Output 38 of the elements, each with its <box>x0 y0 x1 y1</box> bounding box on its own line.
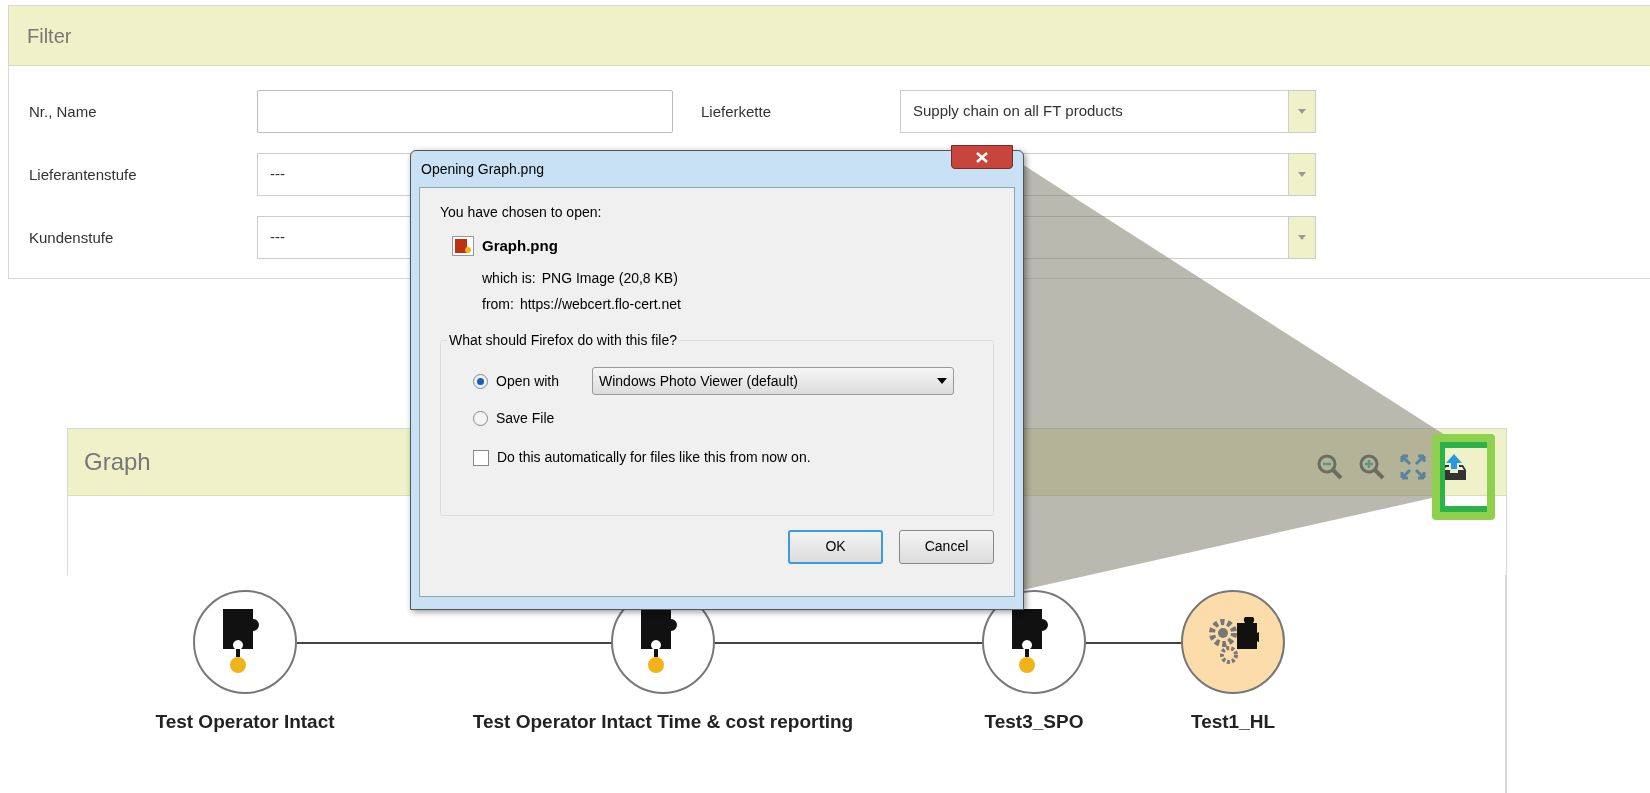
field-label: Kundenstufe <box>29 228 114 246</box>
detail-value: PNG Image (20,8 KB) <box>541 269 678 288</box>
node-label: Test3_SPO <box>984 710 1084 734</box>
checkbox[interactable] <box>473 449 489 466</box>
dialog-button[interactable]: OK <box>788 529 883 564</box>
zoom-out-icon[interactable] <box>1316 453 1344 481</box>
app-dropdown[interactable]: Windows Photo Viewer (default) <box>592 367 954 395</box>
close-icon <box>976 151 988 163</box>
close-button[interactable] <box>951 145 1013 169</box>
select-field[interactable]: Supply chain on all FT products <box>900 90 1316 133</box>
node-label: Test Operator Intact Time & cost reporting <box>472 710 854 734</box>
radio-button[interactable] <box>473 373 488 389</box>
zoom-in-icon[interactable] <box>1358 453 1386 481</box>
image-file-icon <box>452 236 474 257</box>
radio-button[interactable] <box>473 410 488 426</box>
detail-label: which is: <box>482 269 536 288</box>
dialog-text: You have chosen to open: <box>440 203 603 222</box>
field-label: Nr., Name <box>29 102 97 120</box>
dropdown-arrow-icon <box>1298 172 1306 177</box>
panel-title: Graph <box>84 447 151 477</box>
field-label: Lieferantenstufe <box>29 165 137 183</box>
option-label[interactable]: Save File <box>496 407 584 429</box>
node-label: Test1_HL <box>1190 710 1276 734</box>
dropdown-arrow-icon <box>1298 235 1306 240</box>
dropdown-arrow-icon <box>1298 109 1306 114</box>
file-name: Graph.png <box>482 236 558 256</box>
gears-puzzle-icon <box>1207 617 1259 667</box>
dialog-title: Opening Graph.png <box>421 159 544 179</box>
checkbox-label[interactable]: Do this automatically for files like this from now on. <box>497 447 811 468</box>
dropdown-arrow-icon <box>937 378 947 384</box>
text-input[interactable] <box>257 90 673 133</box>
panel-title: Filter <box>27 23 72 49</box>
node-label: Test Operator Intact <box>155 710 335 734</box>
field-label: Lieferkette <box>701 102 772 120</box>
option-label[interactable]: Open with <box>496 370 584 392</box>
dialog-button[interactable]: Cancel <box>899 529 994 564</box>
detail-value: https://webcert.flo-cert.net <box>519 295 681 314</box>
detail-label: from: <box>482 295 514 314</box>
